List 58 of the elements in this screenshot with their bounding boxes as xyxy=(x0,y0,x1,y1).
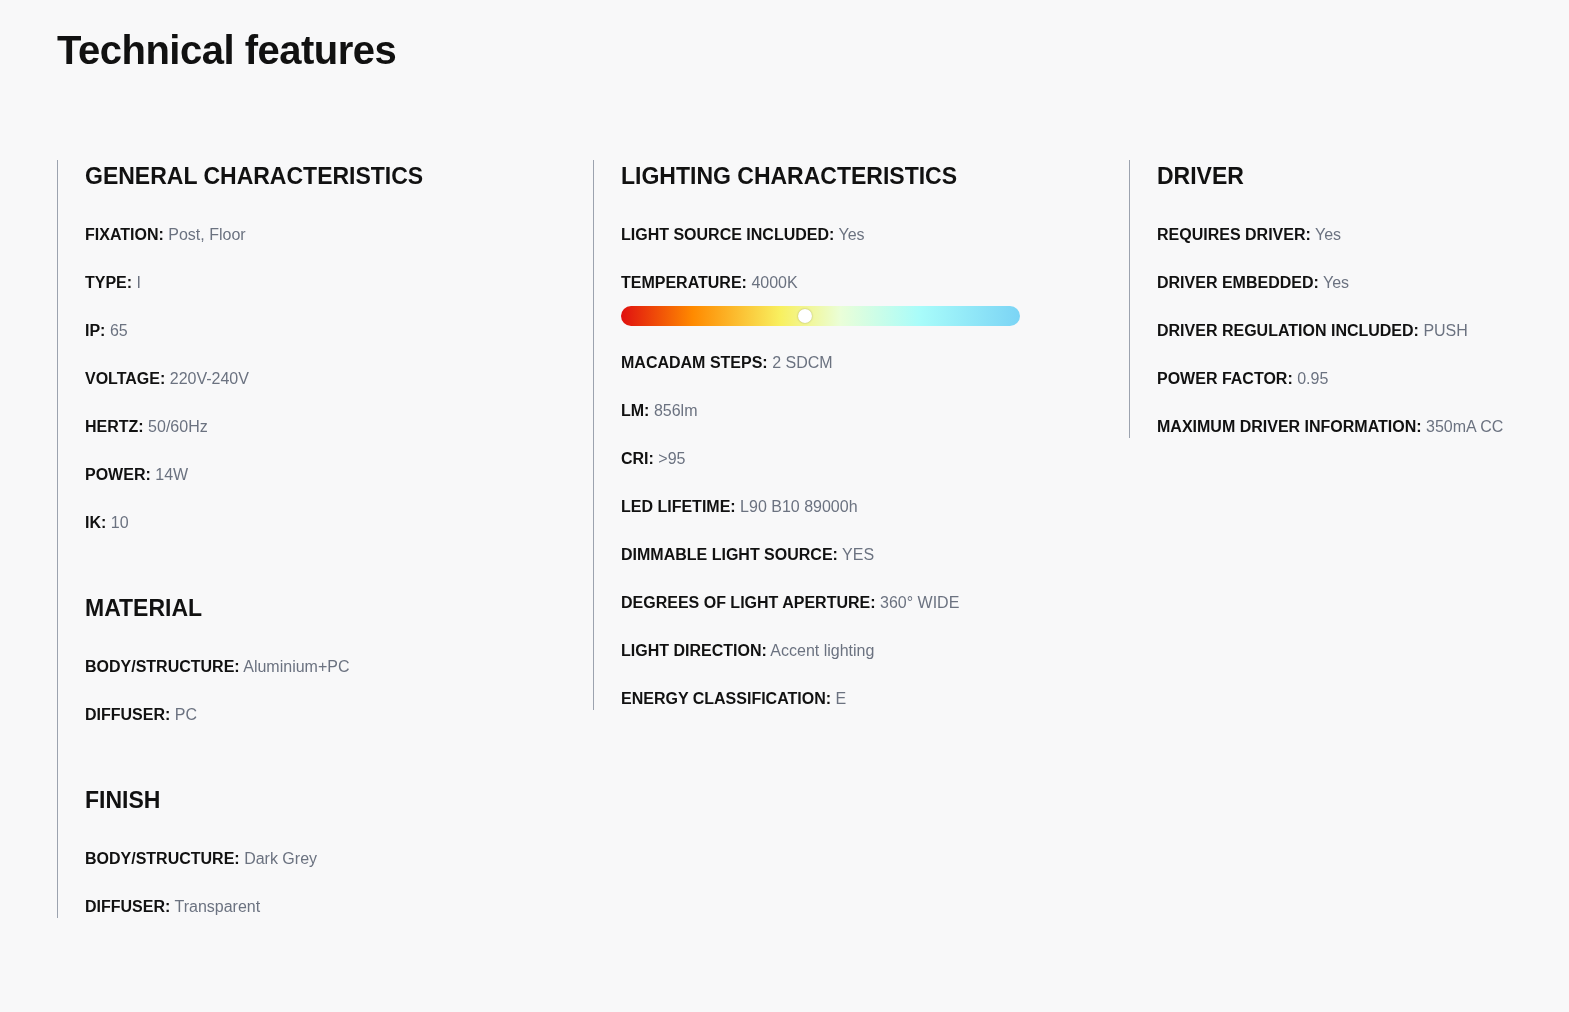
spec-label: TYPE: xyxy=(85,274,133,291)
spec-value: 350mA CC xyxy=(1426,418,1504,435)
spec-label: DIFFUSER: xyxy=(85,706,171,723)
section-heading: GENERAL CHARACTERISTICS xyxy=(85,164,425,188)
spec-label: POWER: xyxy=(85,466,151,483)
spec-value: 360° WIDE xyxy=(880,594,960,611)
spec-value: 14W xyxy=(155,466,189,483)
spec-label: MAXIMUM DRIVER INFORMATION: xyxy=(1157,418,1422,435)
page-title: Technical features xyxy=(57,27,398,74)
spec-value: 0.95 xyxy=(1297,370,1329,387)
spec-value: I xyxy=(136,274,142,291)
spec-value: YES xyxy=(842,546,875,563)
spec-label: BODY/STRUCTURE: xyxy=(85,658,240,675)
spec-label: HERTZ: xyxy=(85,418,144,435)
spec-label: CRI: xyxy=(621,450,654,467)
spec-value: 220V-240V xyxy=(169,370,249,387)
spec-value: >95 xyxy=(658,450,686,467)
spec-value: E xyxy=(835,690,847,707)
spec-label: DIMMABLE LIGHT SOURCE: xyxy=(621,546,838,563)
spec-label: VOLTAGE: xyxy=(85,370,166,387)
spec-value: PC xyxy=(174,706,197,723)
spec-value: 10 xyxy=(110,514,129,531)
spec-label: DEGREES OF LIGHT APERTURE: xyxy=(621,594,876,611)
spec-value: Post, Floor xyxy=(168,226,246,243)
spec-label: POWER FACTOR: xyxy=(1157,370,1293,387)
spec-label: DIFFUSER: xyxy=(85,898,171,915)
spec-value: 4000K xyxy=(751,274,798,291)
spec-value: 50/60Hz xyxy=(148,418,208,435)
spec-label: ENERGY CLASSIFICATION: xyxy=(621,690,832,707)
spec-value: Aluminium+PC xyxy=(243,658,350,675)
section-heading: MATERIAL xyxy=(85,596,204,620)
spec-label: FIXATION: xyxy=(85,226,164,243)
spec-label: TEMPERATURE: xyxy=(621,274,747,291)
spec-value: Dark Grey xyxy=(244,850,318,867)
spec-label: MACADAM STEPS: xyxy=(621,354,768,371)
section-heading: DRIVER xyxy=(1157,164,1245,188)
spec-label: LED LIFETIME: xyxy=(621,498,736,515)
spec-label: LIGHT DIRECTION: xyxy=(621,642,767,659)
spec-value: Yes xyxy=(1322,274,1350,291)
spec-value: Yes xyxy=(1314,226,1342,243)
spec-label: IK: xyxy=(85,514,107,531)
spec-value: 856lm xyxy=(653,402,698,419)
spec-label: LIGHT SOURCE INCLUDED: xyxy=(621,226,835,243)
section-heading: LIGHTING CHARACTERISTICS xyxy=(621,164,959,188)
spec-label: IP: xyxy=(85,322,106,339)
spec-label: REQUIRES DRIVER: xyxy=(1157,226,1311,243)
spec-label: LM: xyxy=(621,402,650,419)
spec-value: Accent lighting xyxy=(770,642,875,659)
section-heading: FINISH xyxy=(85,788,162,812)
spec-value: Yes xyxy=(838,226,865,243)
spec-label: BODY/STRUCTURE: xyxy=(85,850,240,867)
spec-label: DRIVER REGULATION INCLUDED: xyxy=(1157,322,1419,339)
spec-value: 2 SDCM xyxy=(772,354,833,371)
spec-value: Transparent xyxy=(174,898,261,915)
spec-value: 65 xyxy=(109,322,128,339)
spec-label: DRIVER EMBEDDED: xyxy=(1157,274,1319,291)
spec-value: PUSH xyxy=(1423,322,1468,339)
spec-value: L90 B10 89000h xyxy=(740,498,858,515)
